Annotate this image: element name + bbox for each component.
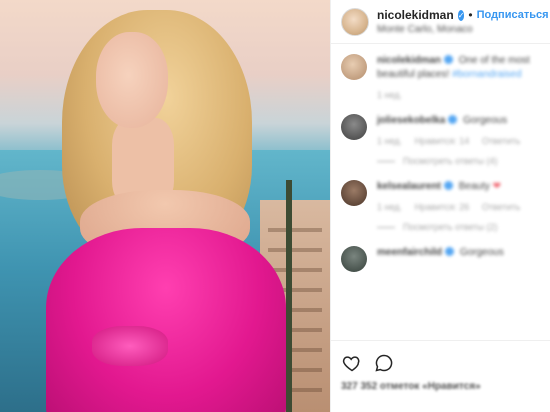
comment-text: Gorgeous <box>463 115 508 126</box>
comment-username[interactable]: kelsealaurent <box>377 181 441 192</box>
list-item: kelsealaurent Beauty ❤ 1 нед. Нравится: … <box>341 180 540 234</box>
verified-badge-icon <box>443 181 453 190</box>
comment-avatar[interactable] <box>341 54 367 80</box>
comment-bubble-icon[interactable] <box>373 352 395 374</box>
photo-palm-tree <box>286 180 292 412</box>
caption-comment: nicolekidman One of the most beautiful p… <box>341 54 540 102</box>
action-bar <box>341 349 541 377</box>
comment-avatar[interactable] <box>341 246 367 272</box>
list-item: meenfairchild Gorgeous <box>341 246 540 272</box>
header-names: nicolekidman ✓ • Подписаться Monte Carlo… <box>377 8 549 35</box>
comment-likes[interactable]: Нравится: 14 <box>415 136 470 146</box>
comment-body: joliesekobelka Gorgeous 1 нед. Нравится:… <box>377 114 530 168</box>
view-replies-button[interactable]: Посмотреть ответы (2) <box>377 220 530 234</box>
reply-button[interactable]: Ответить <box>482 202 520 212</box>
heart-icon[interactable] <box>341 352 363 374</box>
view-replies-button[interactable]: Посмотреть ответы (4) <box>377 154 530 168</box>
comment-avatar[interactable] <box>341 180 367 206</box>
verified-badge-icon <box>445 247 455 256</box>
heart-emoji-icon: ❤ <box>492 181 502 192</box>
comment-username[interactable]: nicolekidman <box>377 55 441 66</box>
photo-face <box>96 32 168 128</box>
comment-time: 1 нед. <box>377 202 403 212</box>
photo-pink-dress <box>46 228 286 412</box>
photo-dress-bow <box>92 326 168 366</box>
username-link[interactable]: nicolekidman <box>377 8 454 22</box>
hashtag-link[interactable]: #bornandraised <box>452 69 522 80</box>
comment-avatar[interactable] <box>341 114 367 140</box>
comment-username[interactable]: joliesekobelka <box>377 115 445 126</box>
header-row: nicolekidman ✓ • Подписаться <box>377 8 549 22</box>
location-link[interactable]: Monte Carlo, Monaco <box>377 24 540 35</box>
instagram-post: nicolekidman ✓ • Подписаться Monte Carlo… <box>0 0 550 412</box>
post-footer: 327 352 отметок «Нравится» <box>331 340 550 412</box>
comment-time: 1 нед. <box>377 136 403 146</box>
comment-body: kelsealaurent Beauty ❤ 1 нед. Нравится: … <box>377 180 530 234</box>
follow-button[interactable]: Подписаться <box>477 9 549 21</box>
comment-meta: 1 нед. <box>377 88 540 102</box>
verified-badge-icon: ✓ <box>457 9 465 21</box>
comment-body: nicolekidman One of the most beautiful p… <box>377 54 540 102</box>
verified-badge-icon <box>448 115 458 124</box>
list-item: joliesekobelka Gorgeous 1 нед. Нравится:… <box>341 114 540 168</box>
comment-text: Gorgeous <box>459 247 504 258</box>
avatar[interactable] <box>341 7 369 36</box>
comments-list: nicolekidman One of the most beautiful p… <box>331 44 550 340</box>
post-header: nicolekidman ✓ • Подписаться Monte Carlo… <box>331 0 550 44</box>
comment-text: Beauty <box>458 181 490 192</box>
post-side-panel: nicolekidman ✓ • Подписаться Monte Carlo… <box>330 0 550 412</box>
verified-badge-icon <box>443 55 453 64</box>
comment-likes[interactable]: Нравится: 26 <box>415 202 470 212</box>
post-photo[interactable] <box>0 0 330 412</box>
comment-body: meenfairchild Gorgeous <box>377 246 504 272</box>
comment-time: 1 нед. <box>377 90 403 100</box>
reply-button[interactable]: Ответить <box>482 136 520 146</box>
comment-meta: 1 нед. Нравится: 26 Ответить <box>377 200 530 214</box>
separator-dot: • <box>468 8 473 22</box>
comment-meta: 1 нед. Нравится: 14 Ответить <box>377 134 530 148</box>
comment-username[interactable]: meenfairchild <box>377 247 442 258</box>
likes-count[interactable]: 327 352 отметок «Нравится» <box>341 381 541 392</box>
